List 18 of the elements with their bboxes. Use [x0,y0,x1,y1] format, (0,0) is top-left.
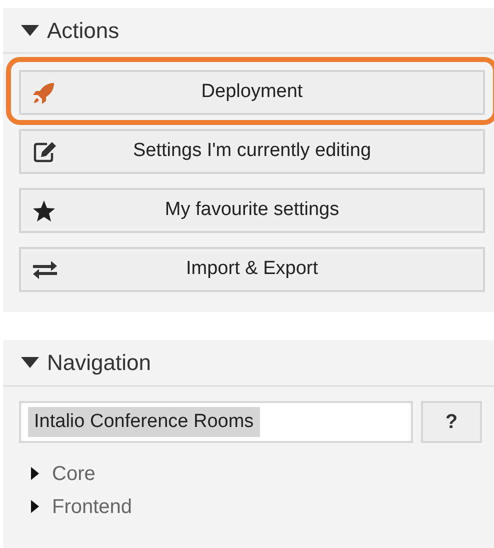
panel-title: Actions [47,16,120,44]
action-button[interactable]: My favourite settings [19,188,485,233]
search-field[interactable]: Intalio Conference Rooms [19,401,413,443]
caret-right-icon[interactable] [31,500,39,513]
help-button[interactable]: ? [421,401,482,443]
rocket-icon [33,82,55,104]
action-button[interactable]: Deployment [19,70,485,115]
panel-title: Navigation [47,349,151,377]
caret-down-icon[interactable] [21,24,39,36]
exchange-icon [33,260,57,278]
tree-item[interactable]: Core [52,458,96,488]
caret-right-icon[interactable] [31,467,39,480]
tree-item[interactable]: Frontend [52,492,132,522]
star-icon [33,200,55,221]
caret-down-icon[interactable] [21,357,39,368]
action-button[interactable]: Settings I'm currently editing [19,129,485,174]
action-button[interactable]: Import & Export [19,247,485,292]
edit-icon [33,140,57,162]
